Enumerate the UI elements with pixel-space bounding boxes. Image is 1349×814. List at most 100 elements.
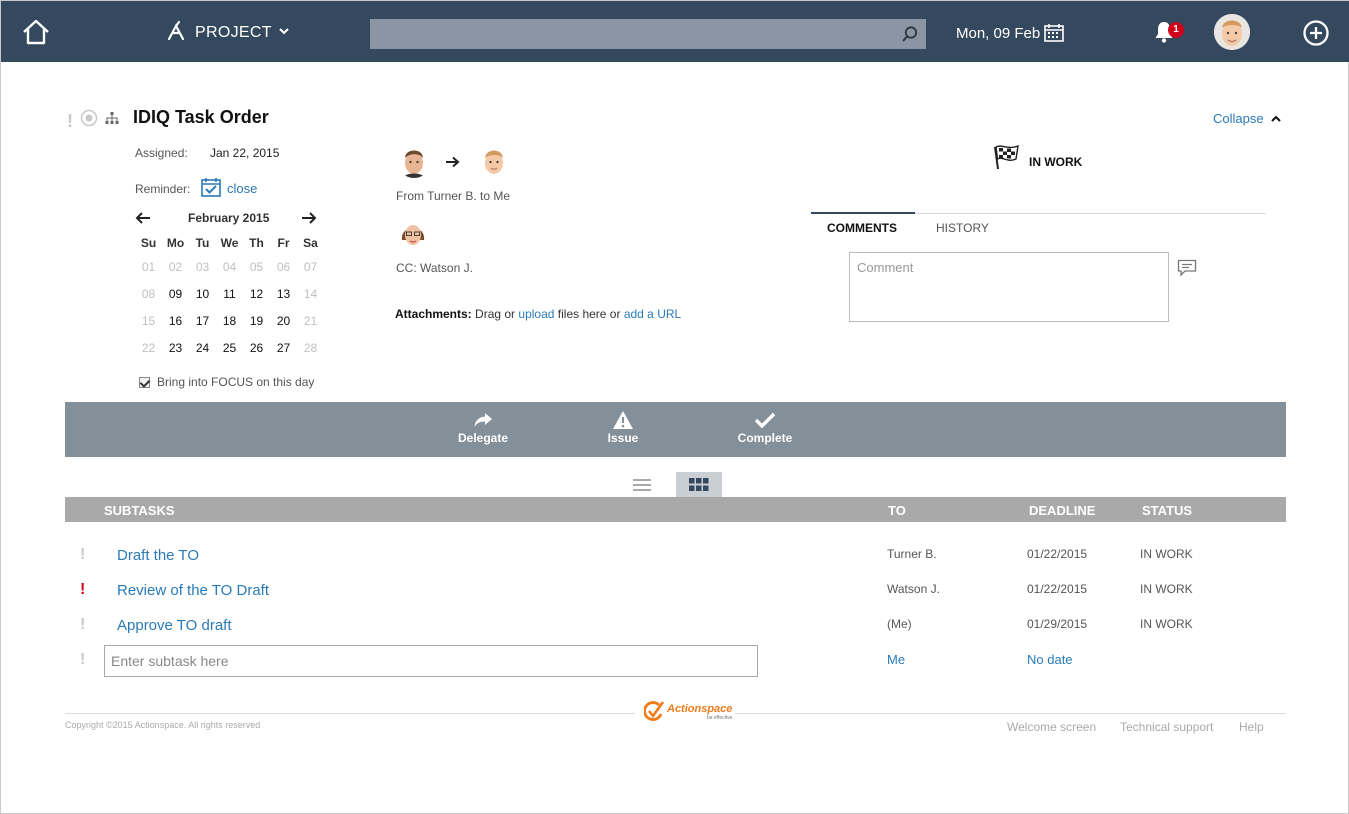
from-to-text: From Turner B. to Me: [396, 189, 511, 203]
subtask-title[interactable]: Approve TO draft: [117, 617, 232, 634]
calendar-grid: Su Mo Tu We Th Fr Sa 01 02 03 04 05 06 07 08 09 10 11 12 13…: [135, 235, 324, 363]
cc-text: CC: Watson J.: [396, 261, 473, 275]
attachments-label: Attachments:: [395, 307, 472, 321]
calendar-day[interactable]: 11: [216, 282, 243, 309]
calendar-day[interactable]: 16: [162, 309, 189, 336]
checkered-flag-icon: [992, 144, 1020, 175]
tab-comments[interactable]: COMMENTS: [827, 221, 897, 235]
calendar-day[interactable]: 13: [270, 282, 297, 309]
calendar-day[interactable]: 07: [297, 255, 324, 282]
to-avatar[interactable]: [477, 144, 511, 178]
task-status: IN WORK: [1029, 155, 1083, 169]
upload-link[interactable]: upload: [518, 307, 554, 321]
calendar-day[interactable]: 08: [135, 282, 162, 309]
arrow-right-icon: [445, 155, 461, 173]
calendar-day[interactable]: 21: [297, 309, 324, 336]
actionspace-logo: Actionspace be effective: [644, 701, 732, 723]
calendar-day[interactable]: 19: [243, 309, 270, 336]
new-subtask-input[interactable]: [104, 645, 758, 677]
subtask-assignee: Watson J.: [887, 582, 940, 596]
calendar-day[interactable]: 02: [162, 255, 189, 282]
comment-send-icon[interactable]: [1177, 259, 1197, 282]
calendar-day[interactable]: 03: [189, 255, 216, 282]
grid-view-button[interactable]: [676, 472, 722, 497]
hierarchy-icon[interactable]: [105, 111, 119, 130]
priority-icon[interactable]: !: [80, 616, 85, 634]
add-url-link[interactable]: add a URL: [624, 307, 681, 321]
subtask-status: IN WORK: [1140, 617, 1193, 631]
list-view-icon[interactable]: [633, 478, 651, 497]
priority-icon[interactable]: !: [67, 112, 73, 130]
calendar-day[interactable]: 10: [189, 282, 216, 309]
issue-button[interactable]: Issue: [598, 409, 648, 445]
collapse-button[interactable]: Collapse: [1213, 111, 1282, 126]
reminder-close-link[interactable]: close: [227, 181, 257, 196]
weekday-header: Tu: [195, 236, 210, 250]
calendar-day[interactable]: 17: [189, 309, 216, 336]
calendar-month: February 2015: [188, 211, 270, 225]
footer-link-support[interactable]: Technical support: [1120, 720, 1213, 734]
calendar-day[interactable]: 20: [270, 309, 297, 336]
subtask-deadline: 01/22/2015: [1027, 547, 1088, 561]
search-icon[interactable]: [901, 25, 919, 48]
calendar-day[interactable]: 26: [243, 336, 270, 363]
comment-input[interactable]: [849, 252, 1169, 322]
footer-link-welcome[interactable]: Welcome screen: [1007, 720, 1096, 734]
calendar-day[interactable]: 14: [297, 282, 324, 309]
calendar-day[interactable]: 18: [216, 309, 243, 336]
delegate-button[interactable]: Delegate: [458, 409, 508, 445]
delegate-label: Delegate: [457, 431, 509, 445]
priority-icon[interactable]: !: [80, 581, 85, 599]
collapse-label: Collapse: [1213, 111, 1264, 126]
project-menu[interactable]: PROJECT: [165, 20, 290, 45]
cc-avatar[interactable]: [396, 216, 430, 250]
calendar-day[interactable]: 05: [243, 255, 270, 282]
calendar-day[interactable]: 04: [216, 255, 243, 282]
calendar-day[interactable]: 15: [135, 309, 162, 336]
calendar-day[interactable]: 12: [243, 282, 270, 309]
calendar-day[interactable]: 06: [270, 255, 297, 282]
new-subtask-deadline[interactable]: No date: [1027, 652, 1073, 667]
chevron-up-icon: [1270, 115, 1281, 122]
user-avatar[interactable]: [1214, 14, 1250, 50]
to-header: TO: [888, 503, 906, 518]
calendar-day[interactable]: 28: [297, 336, 324, 363]
complete-button[interactable]: Complete: [733, 409, 797, 445]
chevron-down-icon: [278, 24, 290, 42]
home-icon[interactable]: [21, 18, 51, 46]
tab-history[interactable]: HISTORY: [936, 221, 989, 235]
calendar-day[interactable]: 01: [135, 255, 162, 282]
weekday-header: Sa: [303, 236, 318, 250]
new-subtask-assignee[interactable]: Me: [887, 652, 905, 667]
search-input[interactable]: [370, 19, 926, 49]
task-title: IDIQ Task Order: [133, 107, 269, 127]
target-icon[interactable]: [80, 109, 98, 132]
logo-tagline: be effective: [706, 714, 733, 721]
active-tab-indicator: [811, 212, 915, 214]
footer-link-help[interactable]: Help: [1239, 720, 1264, 734]
arrow-left-icon[interactable]: [135, 211, 151, 230]
subtask-title[interactable]: Draft the TO: [117, 547, 199, 564]
current-date: Mon, 09 Feb: [956, 24, 1041, 42]
calendar-day[interactable]: 22: [135, 336, 162, 363]
date-picker[interactable]: Mon, 09 Feb: [956, 23, 1065, 43]
focus-label: Bring into FOCUS on this day: [157, 375, 315, 389]
priority-icon[interactable]: !: [80, 546, 85, 564]
arrow-right-icon[interactable]: [301, 211, 317, 230]
focus-checkbox[interactable]: [139, 376, 150, 388]
attachments-text-2: files here or: [557, 307, 621, 321]
subtask-title[interactable]: Review of the TO Draft: [117, 582, 269, 599]
new-subtask-priority-icon[interactable]: !: [80, 651, 85, 669]
calendar-day[interactable]: 23: [162, 336, 189, 363]
calendar-day[interactable]: 24: [189, 336, 216, 363]
task-title-icons: !: [67, 109, 119, 132]
calendar-day[interactable]: 09: [162, 282, 189, 309]
calendar-day[interactable]: 27: [270, 336, 297, 363]
add-icon[interactable]: [1302, 19, 1330, 52]
attachments-text-1: Drag or: [475, 307, 516, 321]
calendar-day[interactable]: 25: [216, 336, 243, 363]
focus-checkbox-row[interactable]: Bring into FOCUS on this day: [139, 375, 314, 389]
calendar-check-icon[interactable]: [200, 176, 222, 203]
from-avatar[interactable]: [397, 144, 431, 178]
action-bar: Delegate Issue Complete: [65, 402, 1286, 457]
